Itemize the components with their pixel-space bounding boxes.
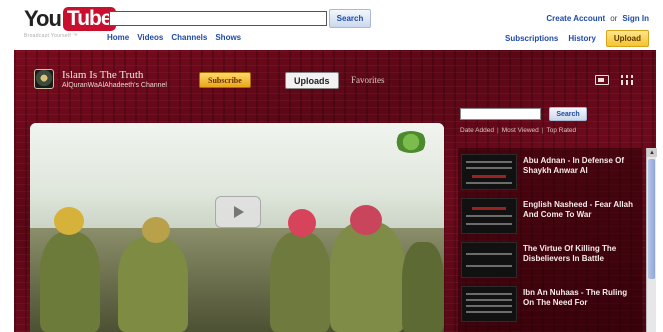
video-thumbnail[interactable]	[461, 286, 517, 322]
video-figure-head	[142, 217, 170, 243]
nav-channels[interactable]: Channels	[171, 33, 207, 42]
play-button[interactable]	[215, 196, 261, 228]
video-figure-head	[54, 207, 84, 235]
sort-options: Date Added | Most Viewed | Top Rated	[460, 127, 576, 134]
logo-tagline: Broadcast Yourself ™	[24, 33, 79, 39]
list-item[interactable]: English Nasheed - Fear Allah And Come To…	[461, 198, 633, 238]
youtube-logo[interactable]: You Tube	[24, 6, 116, 32]
list-item[interactable]: Ibn An Nuhaas - The Ruling On The Need F…	[461, 286, 627, 326]
scrollbar-thumb[interactable]	[648, 159, 655, 279]
tab-favorites[interactable]: Favorites	[351, 75, 385, 85]
thumbnail-text-line	[466, 293, 512, 295]
subscriptions-link[interactable]: Subscriptions	[505, 34, 558, 43]
sort-separator: |	[496, 127, 499, 134]
uploads-scrollbar[interactable]: ▲	[646, 148, 657, 332]
thumbnail-text-line	[466, 253, 512, 255]
sort-top-rated[interactable]: Top Rated	[546, 127, 576, 134]
uploads-list: Abu Adnan - In Defense Of Shaykh Anwar A…	[458, 148, 642, 332]
video-figure-head	[288, 209, 316, 237]
sign-in-link[interactable]: Sign In	[622, 14, 649, 23]
thumbnail-text-line	[466, 265, 512, 267]
video-title[interactable]: The Virtue Of Killing The Disbelievers I…	[523, 244, 633, 264]
channel-page: Islam Is The Truth AlQuranWaAlAhadeeth's…	[14, 50, 657, 332]
video-figure	[40, 232, 100, 332]
video-thumbnail[interactable]	[461, 242, 517, 278]
video-watermark-logo	[394, 131, 428, 153]
video-figure	[330, 222, 405, 332]
play-icon	[234, 206, 244, 218]
sort-separator: |	[541, 127, 544, 134]
sort-most-viewed[interactable]: Most Viewed	[502, 127, 539, 134]
thumbnail-text-line	[466, 299, 512, 301]
list-item[interactable]: The Virtue Of Killing The Disbelievers I…	[461, 242, 627, 282]
video-title[interactable]: English Nasheed - Fear Allah And Come To…	[523, 200, 633, 220]
account-links: Create Account or Sign In	[546, 14, 649, 23]
user-subnav: Subscriptions History Upload	[505, 30, 649, 47]
nav-shows[interactable]: Shows	[215, 33, 241, 42]
nav-home[interactable]: Home	[107, 33, 129, 42]
channel-search-button[interactable]: Search	[549, 107, 587, 121]
video-player[interactable]	[30, 123, 444, 332]
video-figure	[270, 232, 330, 332]
video-figure	[118, 237, 188, 332]
video-title[interactable]: Abu Adnan - In Defense Of Shaykh Anwar A…	[523, 156, 633, 176]
channel-avatar[interactable]	[34, 69, 54, 89]
thumbnail-text-line	[466, 223, 512, 225]
logo-tube-text: Tube	[62, 7, 116, 31]
subscribe-button[interactable]: Subscribe	[199, 72, 251, 88]
thumbnail-text-line	[466, 215, 512, 217]
grid-view-icon[interactable]	[621, 75, 633, 85]
thumbnail-text-line	[466, 305, 512, 307]
channel-header: Islam Is The Truth AlQuranWaAlAhadeeth's…	[14, 56, 656, 96]
video-figure-head	[350, 205, 382, 235]
tab-uploads[interactable]: Uploads	[285, 72, 339, 89]
masthead: You Tube Broadcast Yourself ™ Search Hom…	[0, 0, 663, 50]
search-input[interactable]	[109, 11, 327, 26]
create-account-link[interactable]: Create Account	[546, 14, 605, 23]
list-item[interactable]: Abu Adnan - In Defense Of Shaykh Anwar A…	[461, 154, 627, 194]
thumbnail-text-line	[466, 182, 512, 184]
search-button[interactable]: Search	[329, 9, 371, 28]
main-nav: Home Videos Channels Shows	[107, 33, 241, 42]
sort-date-added[interactable]: Date Added	[460, 127, 494, 134]
channel-title: Islam Is The Truth	[62, 69, 144, 81]
thumbnail-text-line	[472, 175, 506, 178]
video-figure	[402, 242, 444, 332]
history-link[interactable]: History	[568, 34, 596, 43]
thumbnail-text-line	[466, 311, 512, 313]
video-thumbnail[interactable]	[461, 198, 517, 234]
video-title[interactable]: Ibn An Nuhaas - The Ruling On The Need F…	[523, 288, 633, 308]
channel-subtitle[interactable]: AlQuranWaAlAhadeeth's Channel	[62, 82, 167, 89]
upload-button[interactable]: Upload	[605, 30, 649, 47]
or-text: or	[610, 14, 618, 23]
logo-you-text: You	[24, 6, 62, 31]
scroll-up-icon[interactable]: ▲	[647, 148, 657, 157]
thumbnail-text-line	[466, 161, 512, 163]
video-thumbnail[interactable]	[461, 154, 517, 190]
channel-search-input[interactable]	[460, 108, 541, 120]
thumbnail-text-line	[472, 207, 506, 210]
player-view-icon[interactable]	[595, 75, 609, 85]
thumbnail-text-line	[466, 167, 512, 169]
nav-videos[interactable]: Videos	[137, 33, 163, 42]
